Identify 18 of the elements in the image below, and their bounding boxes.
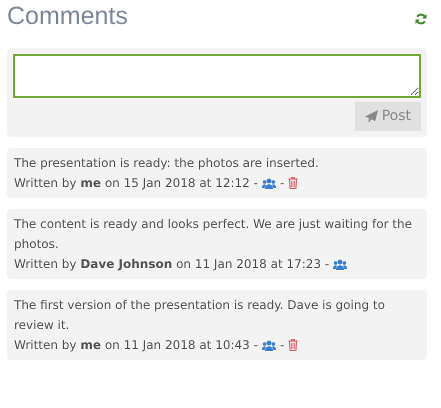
- comment-text: The first version of the presentation is ready. Dave is going to review it.: [14, 297, 386, 334]
- group-icon[interactable]: [262, 178, 276, 188]
- comment-meta: Written by me on 15 Jan 2018 at 12:12 -: [14, 175, 258, 192]
- comment-input[interactable]: [13, 54, 421, 98]
- post-button[interactable]: Post: [354, 102, 421, 131]
- comment-meta: Written by Dave Johnson on 11 Jan 2018 at 17:23 -: [14, 256, 330, 273]
- separator: -: [280, 175, 284, 192]
- separator: -: [280, 337, 284, 354]
- comment-meta: Written by me on 11 Jan 2018 at 10:43 -: [14, 337, 258, 354]
- group-icon[interactable]: [262, 340, 276, 350]
- title: Comments: [7, 4, 128, 29]
- comment-text: The content is ready and looks perfect. We are just waiting for the photos.: [14, 216, 414, 253]
- trash-icon[interactable]: [288, 177, 298, 189]
- refresh-icon[interactable]: [415, 13, 427, 25]
- trash-icon[interactable]: [288, 339, 298, 351]
- send-icon: [364, 110, 378, 123]
- group-icon[interactable]: [333, 258, 348, 270]
- comment-text: The presentation is ready: the photos are inserted.: [14, 155, 319, 172]
